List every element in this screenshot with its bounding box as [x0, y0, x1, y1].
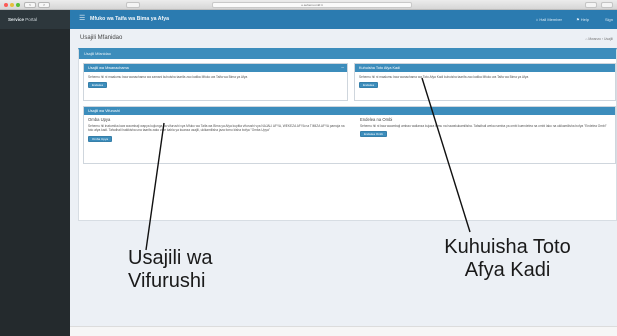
panel-description: Sehemu hii ni maalumu kwa wanachama wa z… — [88, 75, 248, 79]
forward-button[interactable]: > — [38, 2, 50, 8]
member-registration-title: Usajili wa Mwanachama – — [84, 64, 347, 72]
share-icon[interactable] — [585, 2, 597, 8]
new-application-button[interactable]: Omba Upya — [88, 135, 113, 142]
callout-line-2: Vifurushi — [128, 270, 206, 292]
registration-box-title: Usajili Mfanidao — [79, 50, 616, 59]
callout-line-2: Afya Kadi — [464, 259, 551, 281]
new-application-column: Omba Upya Sehemu hii inatumika kwa waomb… — [84, 115, 352, 145]
panel-title-text: Usajili wa Vifurushi — [88, 109, 120, 113]
page-title: Usajili Mfanidao — [80, 35, 123, 41]
package-registration-title: Usajili wa Vifurushi — [84, 107, 615, 115]
brand-name: Service — [8, 17, 25, 22]
maximize-window-icon[interactable] — [16, 3, 20, 7]
continue-button[interactable]: Endelea — [88, 82, 108, 89]
browser-toolbar: < > e.sehemu.mkf.it — [0, 0, 617, 10]
minimize-window-icon[interactable] — [10, 3, 14, 7]
toto-afya-renewal-panel: Kuhuisha Toto Afya Kadi Sehemu hii ni ma… — [354, 63, 616, 101]
help-link[interactable]: ⚑ Help — [576, 10, 589, 29]
signout-link[interactable]: Sign — [605, 10, 613, 29]
toto-afya-renewal-title: Kuhuisha Toto Afya Kadi — [355, 64, 615, 72]
panel-body: Sehemu hii ni maalumu kwa wanachama wa z… — [84, 72, 347, 91]
panel-description: Sehemu hii ni maalumu kwa wanachama wa T… — [359, 75, 529, 79]
page-footer — [70, 326, 617, 336]
breadcrumb[interactable]: ⌂ Mwanzo › Usajili — [585, 37, 613, 41]
app-header: Service Portal ☰ Mfuko wa Taifa wa Bima … — [0, 10, 617, 29]
brand-logo[interactable]: Service Portal — [0, 10, 70, 29]
address-bar[interactable]: e.sehemu.mkf.it — [212, 2, 412, 8]
panel-body: Sehemu hii ni maalumu kwa wanachama wa T… — [355, 72, 615, 91]
package-registration-panel: Usajili wa Vifurushi Omba Upya Sehemu hi… — [83, 106, 616, 164]
brand-suffix: Portal — [25, 17, 38, 22]
back-button[interactable]: < — [24, 2, 36, 8]
continue-application-column: Endelea na Ombi Sehemu hii ni kwa waomba… — [356, 115, 614, 140]
continue-application-description: Sehemu hii ni kwa waombaji ambao walianz… — [360, 124, 607, 129]
hamburger-icon[interactable]: ☰ — [79, 15, 85, 23]
continue-application-button[interactable]: Endelea Ombi — [360, 131, 388, 138]
callout-package-registration: Usajili wa Vifurushi — [128, 247, 258, 293]
panel-title-text: Kuhuisha Toto Afya Kadi — [359, 66, 401, 70]
continue-application-heading: Endelea na Ombi — [360, 117, 393, 122]
callout-toto-afya-renewal: Kuhuisha Toto Afya Kadi — [405, 236, 610, 282]
callout-line-1: Kuhuisha Toto — [444, 236, 571, 258]
app-title: Mfuko wa Taifa wa Bima ya Afya — [90, 16, 169, 22]
member-registration-panel: Usajili wa Mwanachama – Sehemu hii ni ma… — [83, 63, 348, 101]
new-application-heading: Omba Upya — [88, 117, 111, 122]
sidebar — [0, 29, 70, 336]
new-tab-icon[interactable] — [601, 2, 613, 8]
sidebar-toggle-icon[interactable] — [126, 2, 140, 8]
close-window-icon[interactable] — [4, 3, 8, 7]
continue-button[interactable]: Endelea — [359, 82, 379, 89]
panel-title-text: Usajili wa Mwanachama — [88, 66, 129, 70]
callout-line-1: Usajili wa — [128, 247, 213, 269]
registration-box: Usajili Mfanidao Usajili wa Mwanachama –… — [78, 48, 617, 221]
collapse-icon[interactable]: – — [341, 64, 344, 72]
new-application-description: Sehemu hii inatumika kwa waombaji wapya … — [88, 124, 345, 133]
user-menu[interactable]: ⌂ Hall Member — [536, 10, 562, 29]
